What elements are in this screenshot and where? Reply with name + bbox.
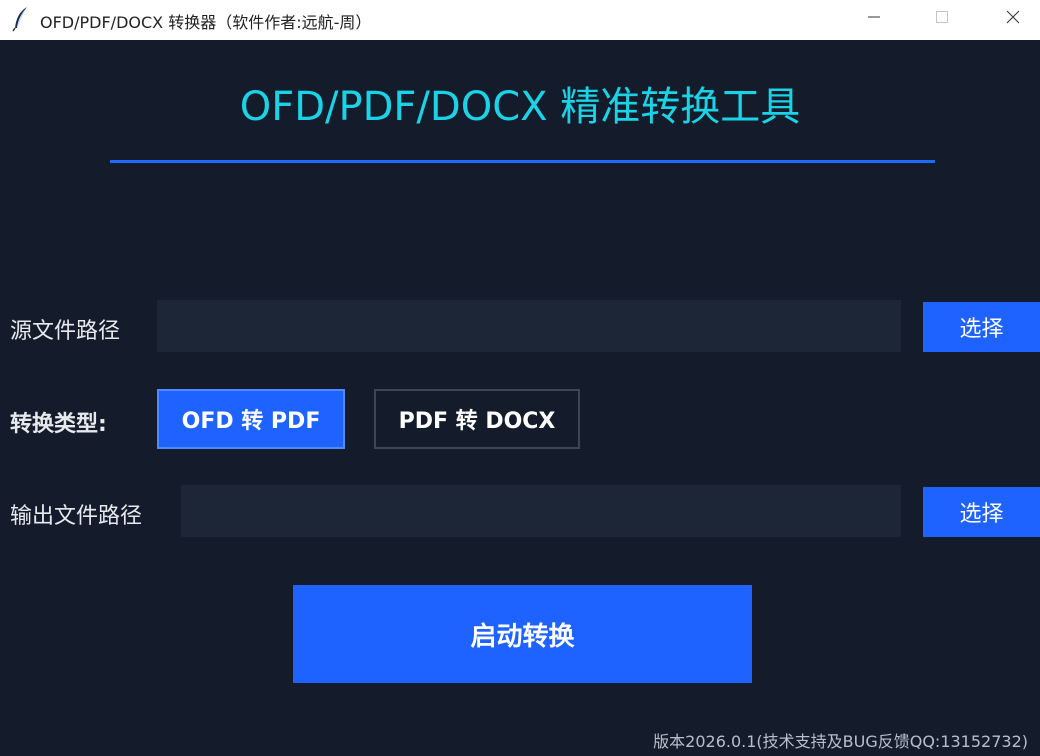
close-icon[interactable] xyxy=(988,0,1038,40)
source-path-label: 源文件路径 xyxy=(10,319,121,344)
pdf-to-docx-button[interactable]: PDF 转 DOCX xyxy=(374,389,580,449)
minimize-icon[interactable] xyxy=(850,0,900,40)
feather-icon xyxy=(12,7,27,32)
source-path-input[interactable] xyxy=(157,300,901,352)
title-divider xyxy=(110,160,935,163)
version-footer: 版本2026.0.1(技术支持及BUG反馈QQ:13152732) xyxy=(653,732,1028,751)
maximize-icon[interactable] xyxy=(917,0,967,40)
window-titlebar: OFD/PDF/DOCX 转换器（软件作者:远航-周） xyxy=(0,0,1040,40)
start-conversion-button[interactable]: 启动转换 xyxy=(293,585,752,683)
output-path-input[interactable] xyxy=(181,485,901,537)
main-panel: OFD/PDF/DOCX 精准转换工具 源文件路径 选择 转换类型: OFD 转… xyxy=(0,40,1040,756)
output-path-label: 输出文件路径 xyxy=(10,504,143,529)
conversion-type-label: 转换类型: xyxy=(10,412,107,437)
ofd-to-pdf-button[interactable]: OFD 转 PDF xyxy=(157,389,345,449)
window-title: OFD/PDF/DOCX 转换器（软件作者:远航-周） xyxy=(40,13,372,32)
source-choose-button[interactable]: 选择 xyxy=(923,302,1040,352)
output-choose-button[interactable]: 选择 xyxy=(923,487,1040,537)
page-title: OFD/PDF/DOCX 精准转换工具 xyxy=(239,84,801,130)
